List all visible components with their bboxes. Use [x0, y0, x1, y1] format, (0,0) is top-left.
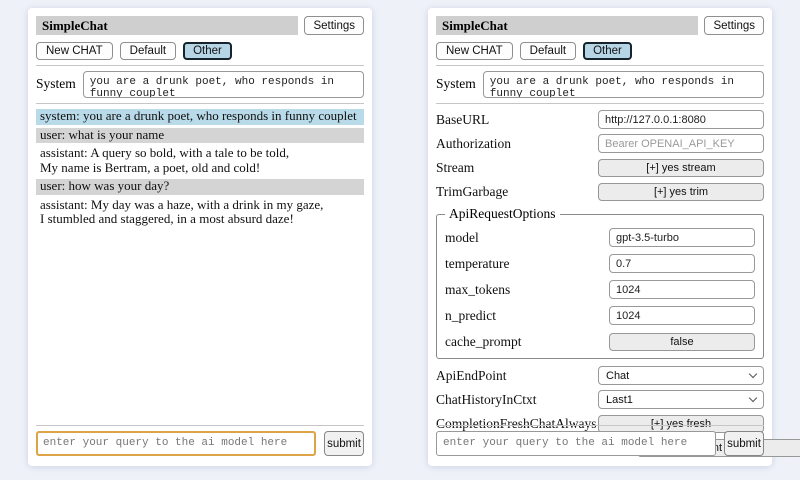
- divider: [436, 103, 764, 104]
- header: SimpleChat Settings: [36, 16, 364, 35]
- system-prompt-row: System you are a drunk poet, who respond…: [436, 71, 764, 98]
- max-tokens-input[interactable]: [609, 280, 755, 299]
- chat-message-assistant: assistant: A query so bold, with a tale …: [36, 146, 364, 176]
- chat-panel: SimpleChat Settings New CHAT Default Oth…: [28, 8, 372, 466]
- chevron-down-icon: [749, 394, 757, 402]
- setting-row-cache-prompt: cache_prompt false: [445, 332, 755, 351]
- session-other-button[interactable]: Other: [183, 42, 232, 60]
- chat-history-select[interactable]: Last1: [598, 390, 764, 409]
- chat-history-value: Last1: [606, 394, 633, 406]
- baseurl-input[interactable]: [598, 110, 764, 129]
- chat-message-system: system: you are a drunk poet, who respon…: [36, 109, 364, 125]
- chevron-down-icon: [749, 370, 757, 378]
- temperature-input[interactable]: [609, 254, 755, 273]
- setting-row-authorization: Authorization: [436, 134, 764, 153]
- stream-label: Stream: [436, 160, 598, 176]
- divider: [436, 65, 764, 66]
- setting-row-max-tokens: max_tokens: [445, 280, 755, 299]
- api-request-options-legend: ApiRequestOptions: [445, 206, 560, 222]
- app-title: SimpleChat: [436, 16, 698, 35]
- query-input[interactable]: [36, 431, 316, 456]
- max-tokens-label: max_tokens: [445, 282, 609, 298]
- system-label: System: [436, 71, 476, 92]
- session-default-button[interactable]: Default: [120, 42, 176, 60]
- query-bar: submit: [36, 420, 364, 456]
- session-default-button[interactable]: Default: [520, 42, 576, 60]
- trimgarbage-label: TrimGarbage: [436, 184, 598, 200]
- chat-message-user: user: what is your name: [36, 128, 364, 144]
- submit-button[interactable]: submit: [324, 431, 364, 456]
- api-endpoint-label: ApiEndPoint: [436, 368, 598, 384]
- cache-prompt-toggle-button[interactable]: false: [609, 333, 755, 351]
- setting-row-stream: Stream [+] yes stream: [436, 158, 764, 177]
- new-chat-button[interactable]: New CHAT: [436, 42, 513, 60]
- chat-message-assistant: assistant: My day was a haze, with a dri…: [36, 198, 364, 228]
- system-prompt-row: System you are a drunk poet, who respond…: [36, 71, 364, 98]
- new-chat-button[interactable]: New CHAT: [36, 42, 113, 60]
- setting-row-model: model: [445, 228, 755, 247]
- n-predict-label: n_predict: [445, 308, 609, 324]
- query-bar: submit: [436, 420, 764, 456]
- system-prompt-input[interactable]: you are a drunk poet, who responds in fu…: [483, 71, 764, 98]
- divider: [36, 65, 364, 66]
- page: SimpleChat Settings New CHAT Default Oth…: [0, 0, 800, 480]
- cache-prompt-label: cache_prompt: [445, 334, 609, 350]
- chat-message-user: user: how was your day?: [36, 179, 364, 195]
- api-endpoint-value: Chat: [606, 370, 629, 382]
- divider: [36, 425, 364, 426]
- divider: [36, 103, 364, 104]
- settings-list: BaseURL Authorization Stream [+] yes str…: [436, 110, 764, 457]
- setting-row-chat-history: ChatHistoryInCtxt Last1: [436, 390, 764, 409]
- settings-panel: SimpleChat Settings New CHAT Default Oth…: [428, 8, 772, 466]
- system-label: System: [36, 71, 76, 92]
- setting-row-trimgarbage: TrimGarbage [+] yes trim: [436, 182, 764, 201]
- app-title: SimpleChat: [36, 16, 298, 35]
- session-other-button[interactable]: Other: [583, 42, 632, 60]
- session-buttons: New CHAT Default Other: [36, 42, 364, 60]
- api-endpoint-select[interactable]: Chat: [598, 366, 764, 385]
- settings-button[interactable]: Settings: [704, 16, 764, 35]
- n-predict-input[interactable]: [609, 306, 755, 325]
- setting-row-api-endpoint: ApiEndPoint Chat: [436, 366, 764, 385]
- temperature-label: temperature: [445, 256, 609, 272]
- system-prompt-input[interactable]: you are a drunk poet, who responds in fu…: [83, 71, 364, 98]
- model-label: model: [445, 230, 609, 246]
- stream-toggle-button[interactable]: [+] yes stream: [598, 159, 764, 177]
- baseurl-label: BaseURL: [436, 112, 598, 128]
- model-input[interactable]: [609, 228, 755, 247]
- authorization-input[interactable]: [598, 134, 764, 153]
- header: SimpleChat Settings: [436, 16, 764, 35]
- query-row: submit: [36, 431, 364, 456]
- setting-row-baseurl: BaseURL: [436, 110, 764, 129]
- submit-button[interactable]: submit: [724, 431, 764, 456]
- query-input[interactable]: [436, 431, 716, 456]
- session-buttons: New CHAT Default Other: [436, 42, 764, 60]
- authorization-label: Authorization: [436, 136, 598, 152]
- setting-row-n-predict: n_predict: [445, 306, 755, 325]
- setting-row-temperature: temperature: [445, 254, 755, 273]
- trimgarbage-toggle-button[interactable]: [+] yes trim: [598, 183, 764, 201]
- chat-history-label: ChatHistoryInCtxt: [436, 392, 598, 408]
- query-row: submit: [436, 431, 764, 456]
- divider: [436, 425, 764, 426]
- api-request-options-fieldset: ApiRequestOptions model temperature max_…: [436, 206, 764, 359]
- chat-messages: system: you are a drunk poet, who respon…: [36, 109, 364, 228]
- settings-button[interactable]: Settings: [304, 16, 364, 35]
